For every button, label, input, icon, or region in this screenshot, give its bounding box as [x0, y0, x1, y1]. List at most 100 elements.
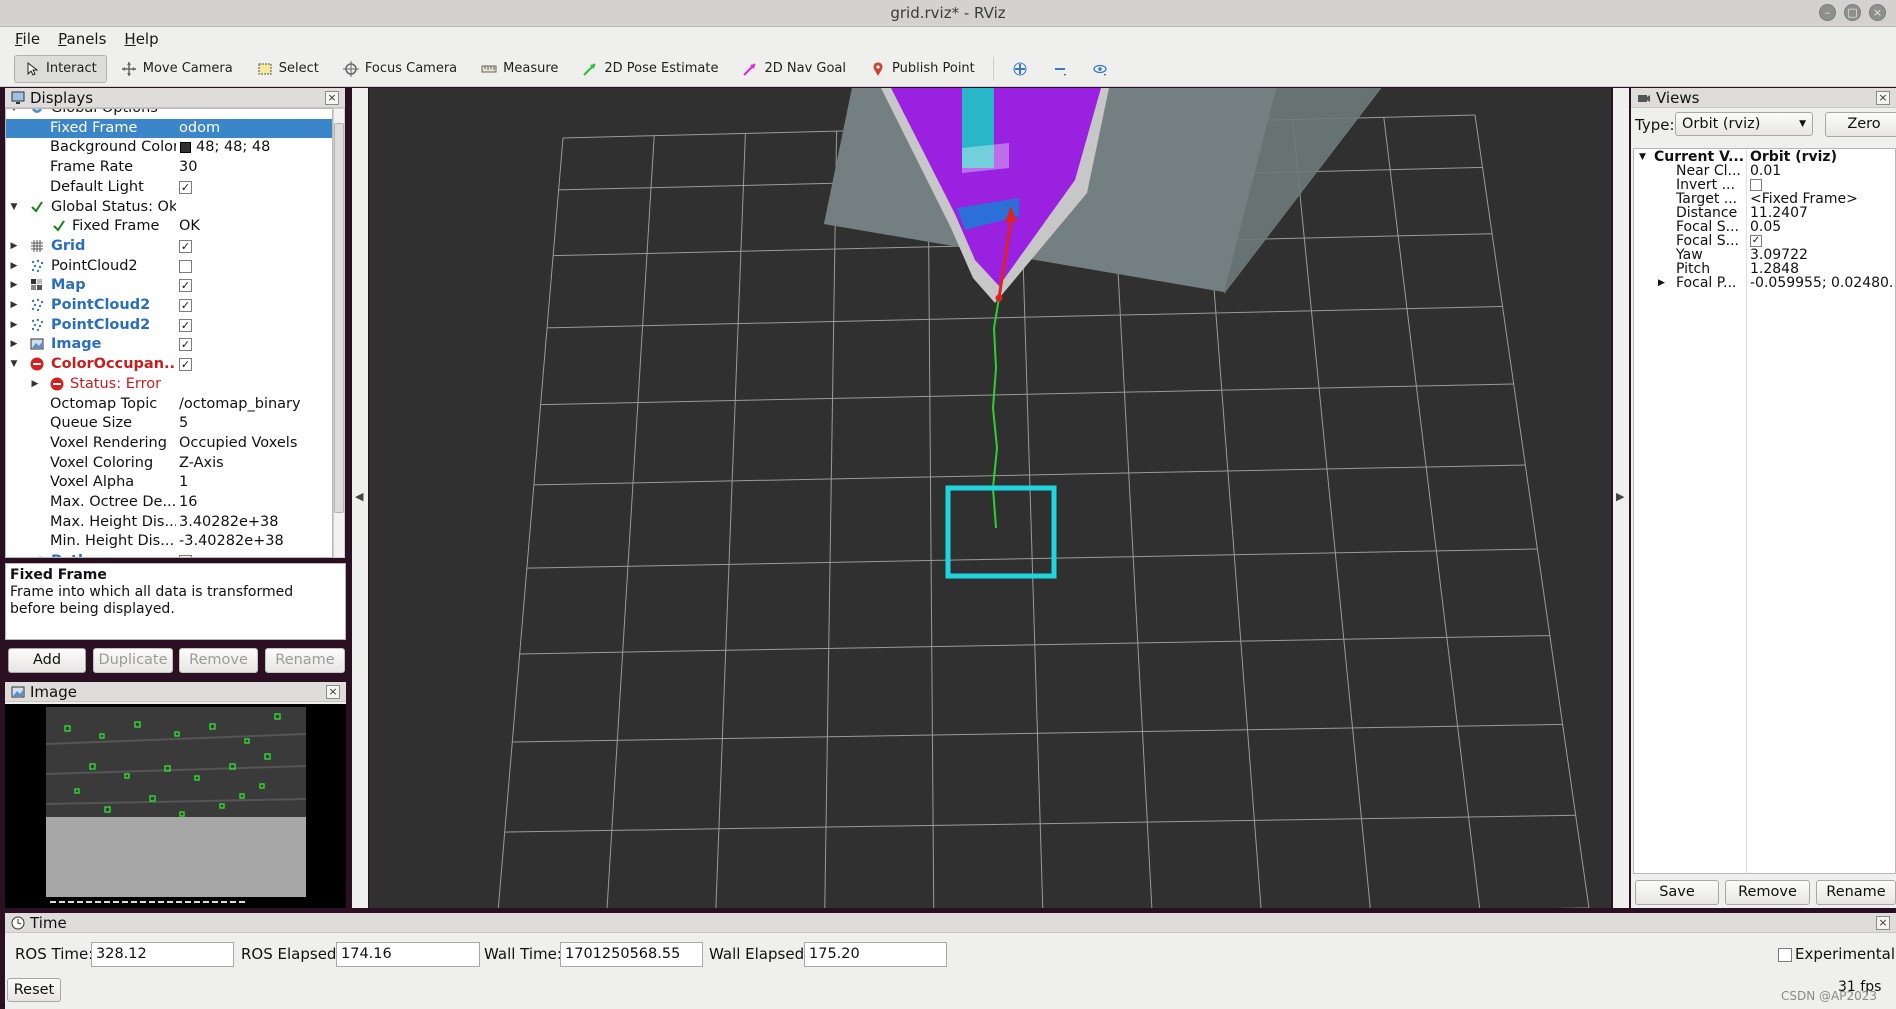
add-display-button[interactable]: Add	[8, 648, 86, 673]
wall-elapsed-field[interactable]: 175.20	[804, 942, 947, 967]
display-row[interactable]: ▶ Grid ✓	[6, 237, 332, 256]
display-row-value[interactable]: OK	[179, 217, 329, 236]
display-row-value[interactable]: 16	[179, 493, 329, 512]
display-row[interactable]: Voxel Coloring Z-Axis	[6, 454, 332, 473]
display-row[interactable]: Fixed Frame odom	[6, 118, 332, 138]
display-row[interactable]: ▶ Image ✓	[6, 335, 332, 354]
close-button[interactable]: ×	[1869, 4, 1886, 21]
select-tool[interactable]: Select	[247, 55, 329, 83]
measure-tool[interactable]: Measure	[471, 55, 568, 83]
save-view-button[interactable]: Save	[1635, 880, 1719, 905]
display-row-value[interactable]: 5	[179, 414, 329, 433]
display-row[interactable]: Octomap Topic/octomap_binary	[6, 395, 332, 414]
display-enable-checkbox[interactable]: ✓	[179, 239, 192, 253]
expand-down-icon[interactable]: ▼	[9, 355, 19, 374]
view-type-select[interactable]: Orbit (rviz) ▼	[1675, 112, 1813, 136]
display-row[interactable]: Voxel Alpha 1	[6, 473, 332, 492]
collapse-right-icon[interactable]: ▶	[1616, 490, 1624, 503]
close-icon[interactable]: ×	[1876, 916, 1890, 930]
expand-down-icon[interactable]: ▼	[9, 198, 19, 217]
remove-view-button[interactable]: Remove	[1725, 880, 1810, 905]
rename-view-button[interactable]: Rename	[1816, 880, 1896, 905]
display-enable-checkbox[interactable]: ✓	[179, 299, 192, 312]
add-tool-button[interactable]	[1002, 55, 1038, 83]
display-enable-checkbox[interactable]	[179, 259, 192, 273]
maximize-button[interactable]: □	[1844, 4, 1861, 21]
menu-help[interactable]: Help	[115, 30, 167, 48]
display-row[interactable]: ▼ Global Status: Ok	[6, 198, 332, 217]
expand-right-icon[interactable]: ▶	[9, 237, 19, 256]
duplicate-display-button[interactable]: Duplicate	[93, 648, 173, 673]
display-row[interactable]: Fixed Frame OK	[6, 217, 332, 236]
pose-estimate-tool[interactable]: 2D Pose Estimate	[572, 55, 728, 83]
close-icon[interactable]: ×	[1876, 91, 1890, 105]
display-row[interactable]: Frame Rate 30	[6, 158, 332, 177]
display-row[interactable]: Min. Height Dis... -3.40282e+38	[6, 532, 332, 551]
experimental-checkbox[interactable]	[1778, 948, 1792, 962]
display-row-value[interactable]: 1	[179, 473, 329, 492]
menu-file[interactable]: File	[6, 30, 49, 48]
display-row-value[interactable]: Z-Axis	[179, 454, 329, 473]
tool-properties-button[interactable]	[1082, 55, 1118, 83]
render-viewport[interactable]	[369, 88, 1611, 908]
publish-point-tool[interactable]: Publish Point	[860, 55, 985, 83]
display-row-value[interactable]: 3.40282e+38	[179, 513, 329, 532]
display-row[interactable]: ▶ PointCloud2 ✓	[6, 316, 332, 335]
display-row-value[interactable]: /octomap_binary	[179, 395, 329, 414]
display-row[interactable]: ▼ ColorOccupan... ✓	[6, 355, 332, 374]
close-icon[interactable]: ×	[326, 685, 340, 699]
display-row-value[interactable]: 30	[179, 158, 329, 177]
displays-scrollbar-thumb[interactable]	[334, 123, 344, 513]
ros-elapsed-field[interactable]: 174.16	[336, 942, 480, 967]
view-property-checkbox[interactable]: ✓	[1750, 235, 1762, 247]
display-row[interactable]: Max. Octree De... 16	[6, 493, 332, 512]
ros-time-field[interactable]: 328.12	[91, 942, 234, 967]
view-property-value[interactable]: -0.059955; 0.02480...	[1750, 275, 1895, 292]
right-dock-splitter[interactable]: ▶	[1613, 88, 1629, 908]
expand-down-icon[interactable]: ▼	[9, 109, 19, 118]
display-row[interactable]: ▶ PointCloud2	[6, 257, 332, 276]
expand-right-icon[interactable]: ▶	[9, 276, 19, 295]
left-dock-splitter[interactable]: ◀	[352, 88, 368, 908]
expand-right-icon[interactable]: ▶	[9, 257, 19, 276]
expand-right-icon[interactable]: ▶	[9, 552, 19, 557]
collapse-left-icon[interactable]: ◀	[355, 490, 363, 503]
display-row-value[interactable]: Occupied Voxels	[179, 434, 329, 453]
display-row[interactable]: ▶ Status: Error	[6, 375, 332, 394]
expand-right-icon[interactable]: ▶	[30, 375, 40, 394]
interact-tool[interactable]: Interact	[14, 54, 107, 83]
display-row[interactable]: Default Light ✓	[6, 178, 332, 197]
expand-right-icon[interactable]: ▶	[9, 335, 19, 354]
display-enable-checkbox[interactable]: ✓	[179, 318, 192, 332]
focus-camera-tool[interactable]: Focus Camera	[333, 55, 467, 83]
display-enable-checkbox[interactable]: ✓	[179, 358, 192, 372]
move-camera-tool[interactable]: Move Camera	[111, 55, 243, 83]
rename-display-button[interactable]: Rename	[265, 648, 345, 673]
nav-goal-tool[interactable]: 2D Nav Goal	[732, 55, 856, 83]
color-swatch[interactable]	[180, 142, 191, 154]
display-row-value[interactable]: 48; 48; 48	[196, 138, 332, 157]
display-row[interactable]: Max. Height Dis... 3.40282e+38	[6, 513, 332, 532]
expand-right-icon[interactable]: ▶	[1658, 275, 1665, 292]
display-row[interactable]: Background Color 48; 48; 48	[6, 138, 332, 157]
zero-view-button[interactable]: Zero	[1825, 112, 1896, 137]
wall-time-field[interactable]: 1701250568.55	[560, 942, 703, 967]
display-enable-checkbox[interactable]: ✓	[179, 555, 192, 557]
display-enable-checkbox[interactable]: ✓	[179, 338, 192, 352]
menu-panels[interactable]: Panels	[49, 30, 115, 48]
display-row-value[interactable]: -3.40282e+38	[179, 532, 329, 551]
display-row[interactable]: Queue Size 5	[6, 414, 332, 433]
close-icon[interactable]: ×	[325, 91, 339, 105]
expand-right-icon[interactable]: ▶	[9, 316, 19, 335]
display-row-value[interactable]: odom	[179, 119, 329, 138]
remove-display-button[interactable]: Remove	[179, 648, 258, 673]
display-row[interactable]: ▼ Global Options	[6, 109, 332, 118]
display-enable-checkbox[interactable]: ✓	[179, 279, 192, 293]
display-row[interactable]: ▶ Map ✓	[6, 276, 332, 295]
expand-right-icon[interactable]: ▶	[9, 296, 19, 315]
display-row[interactable]: ▶ Path✓	[6, 552, 332, 557]
display-enable-checkbox[interactable]: ✓	[179, 180, 192, 194]
minimize-button[interactable]: –	[1819, 4, 1836, 21]
display-row[interactable]: Voxel Rendering Occupied Voxels	[6, 434, 332, 453]
view-property-row[interactable]: ▶ Focal P... -0.059955; 0.02480...	[1634, 275, 1896, 292]
